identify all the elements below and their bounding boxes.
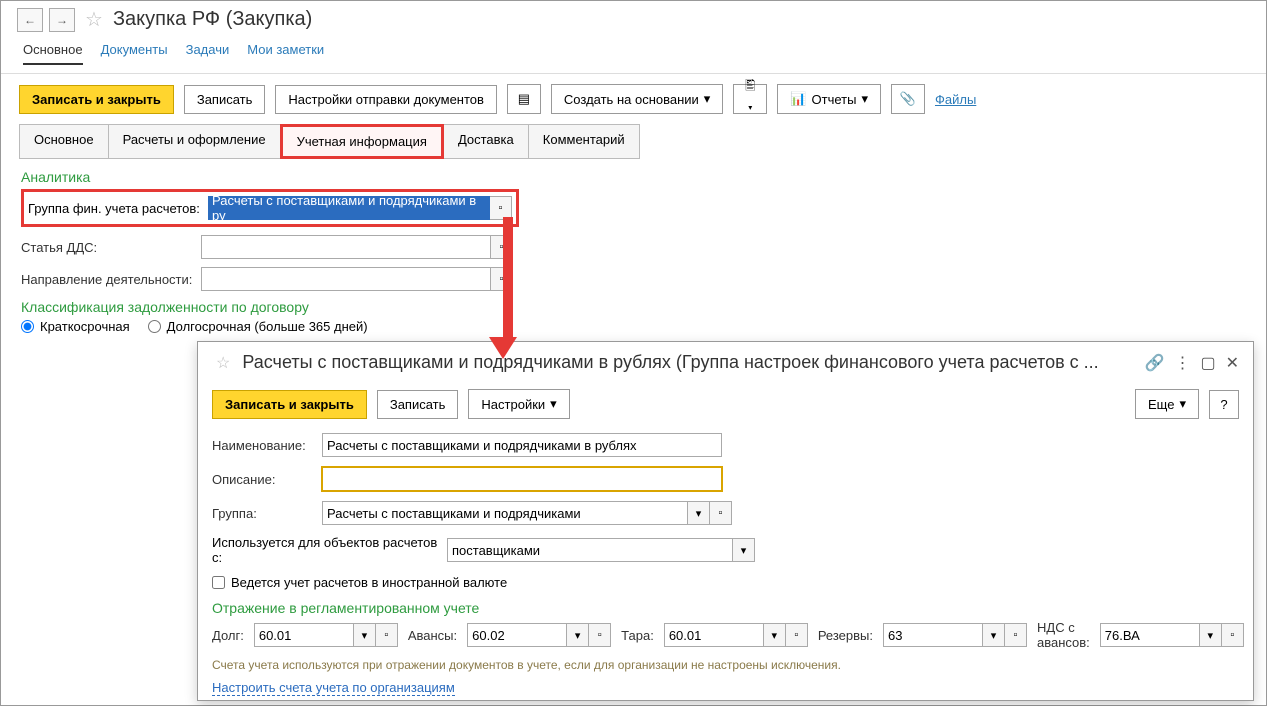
classification-title: Классификация задолженности по договору	[21, 299, 1246, 315]
popup-settings-label: Настройки	[481, 397, 545, 412]
name-input[interactable]	[322, 433, 722, 457]
navtab-docs[interactable]: Документы	[101, 42, 168, 65]
reports-button[interactable]: 📊 Отчеты ▾	[777, 84, 881, 114]
debt-input[interactable]	[254, 623, 354, 647]
page-title: Закупка РФ (Закупка)	[113, 8, 312, 31]
used-for-dropdown-button[interactable]: ▾	[733, 538, 755, 562]
foreign-currency-label: Ведется учет расчетов в иностранной валю…	[231, 575, 507, 590]
vat-open[interactable]: ▫	[1222, 623, 1244, 647]
clip-icon-button[interactable]: 📎	[891, 84, 925, 114]
radio-long[interactable]: Долгосрочная (больше 365 дней)	[148, 319, 368, 334]
tare-open[interactable]: ▫	[786, 623, 808, 647]
group-dropdown-button[interactable]: ▾	[688, 501, 710, 525]
advance-dd[interactable]: ▾	[567, 623, 589, 647]
settings-send-button[interactable]: Настройки отправки документов	[275, 85, 497, 114]
regl-title: Отражение в регламентированном учете	[212, 600, 1239, 616]
debt-label: Долг:	[212, 628, 244, 643]
subtab-calc[interactable]: Расчеты и оформление	[108, 124, 281, 159]
popup-menu-icon[interactable]: ⋮	[1174, 353, 1190, 373]
create-based-label: Создать на основании	[564, 92, 699, 107]
reports-label: Отчеты	[812, 92, 857, 107]
debt-open[interactable]: ▫	[376, 623, 398, 647]
popup-star-icon[interactable]: ☆	[216, 353, 230, 373]
nav-back-button[interactable]: ←	[17, 8, 43, 32]
popup-help-button[interactable]: ?	[1209, 390, 1239, 419]
dds-input[interactable]	[201, 235, 491, 259]
advance-input[interactable]	[467, 623, 567, 647]
popup-more-button[interactable]: Еще ▾	[1135, 389, 1199, 419]
detail-popup: ☆ Расчеты с поставщиками и подрядчиками …	[197, 341, 1254, 701]
radio-long-label: Долгосрочная (больше 365 дней)	[167, 319, 368, 334]
radio-short-label: Краткосрочная	[40, 319, 130, 334]
navtab-tasks[interactable]: Задачи	[186, 42, 230, 65]
direction-label: Направление деятельности:	[21, 272, 201, 287]
vat-input[interactable]	[1100, 623, 1200, 647]
subtab-delivery[interactable]: Доставка	[443, 124, 529, 159]
reserve-input[interactable]	[883, 623, 983, 647]
group-open-button[interactable]: ▫	[710, 501, 732, 525]
desc-input[interactable]	[322, 467, 722, 491]
files-link[interactable]: Файлы	[935, 92, 976, 107]
annotation-arrow	[498, 217, 517, 359]
group-input[interactable]	[322, 501, 688, 525]
reserve-dd[interactable]: ▾	[983, 623, 1005, 647]
desc-label: Описание:	[212, 472, 322, 487]
vat-dd[interactable]: ▾	[1200, 623, 1222, 647]
navtab-notes[interactable]: Мои заметки	[247, 42, 324, 65]
popup-save-button[interactable]: Записать	[377, 390, 459, 419]
configure-accounts-link[interactable]: Настроить счета учета по организациям	[212, 680, 455, 696]
group-fin-label: Группа фин. учета расчетов:	[28, 201, 208, 216]
group-fin-input[interactable]: Расчеты с поставщиками и подрядчиками в …	[208, 196, 490, 220]
popup-settings-button[interactable]: Настройки ▾	[468, 389, 569, 419]
subtab-accounting[interactable]: Учетная информация	[280, 124, 444, 159]
save-button[interactable]: Записать	[184, 85, 266, 114]
tare-dd[interactable]: ▾	[764, 623, 786, 647]
used-for-label: Используется для объектов расчетов с:	[212, 535, 447, 565]
tare-label: Тара:	[621, 628, 654, 643]
advance-open[interactable]: ▫	[589, 623, 611, 647]
popup-more-label: Еще	[1148, 397, 1174, 412]
popup-save-close-button[interactable]: Записать и закрыть	[212, 390, 367, 419]
foreign-currency-checkbox[interactable]: Ведется учет расчетов в иностранной валю…	[212, 575, 507, 590]
accounts-hint: Счета учета используются при отражении д…	[212, 658, 1239, 672]
create-based-button[interactable]: Создать на основании ▾	[551, 84, 723, 114]
reserve-open[interactable]: ▫	[1005, 623, 1027, 647]
vat-label: НДС с авансов:	[1037, 620, 1090, 650]
popup-title: Расчеты с поставщиками и подрядчиками в …	[242, 352, 1136, 373]
list-icon-button[interactable]: ▤	[507, 84, 541, 114]
analytics-section-title: Аналитика	[21, 169, 1246, 185]
name-label: Наименование:	[212, 438, 322, 453]
direction-input[interactable]	[201, 267, 491, 291]
tare-input[interactable]	[664, 623, 764, 647]
used-for-input[interactable]	[447, 538, 733, 562]
advance-label: Авансы:	[408, 628, 457, 643]
popup-close-icon[interactable]: ✕	[1226, 353, 1239, 373]
subtab-main[interactable]: Основное	[19, 124, 109, 159]
popup-maximize-icon[interactable]: ▢	[1200, 353, 1215, 373]
attach-group-button[interactable]: 🖺 ▾	[733, 84, 767, 114]
navtab-main[interactable]: Основное	[23, 42, 83, 65]
debt-dd[interactable]: ▾	[354, 623, 376, 647]
popup-link-icon[interactable]: 🔗	[1145, 353, 1165, 373]
save-close-button[interactable]: Записать и закрыть	[19, 85, 174, 114]
group-label: Группа:	[212, 506, 322, 521]
nav-forward-button[interactable]: →	[49, 8, 75, 32]
subtab-comment[interactable]: Комментарий	[528, 124, 640, 159]
dds-label: Статья ДДС:	[21, 240, 201, 255]
reserve-label: Резервы:	[818, 628, 873, 643]
favorite-star-icon[interactable]: ☆	[85, 7, 103, 32]
radio-short[interactable]: Краткосрочная	[21, 319, 130, 334]
